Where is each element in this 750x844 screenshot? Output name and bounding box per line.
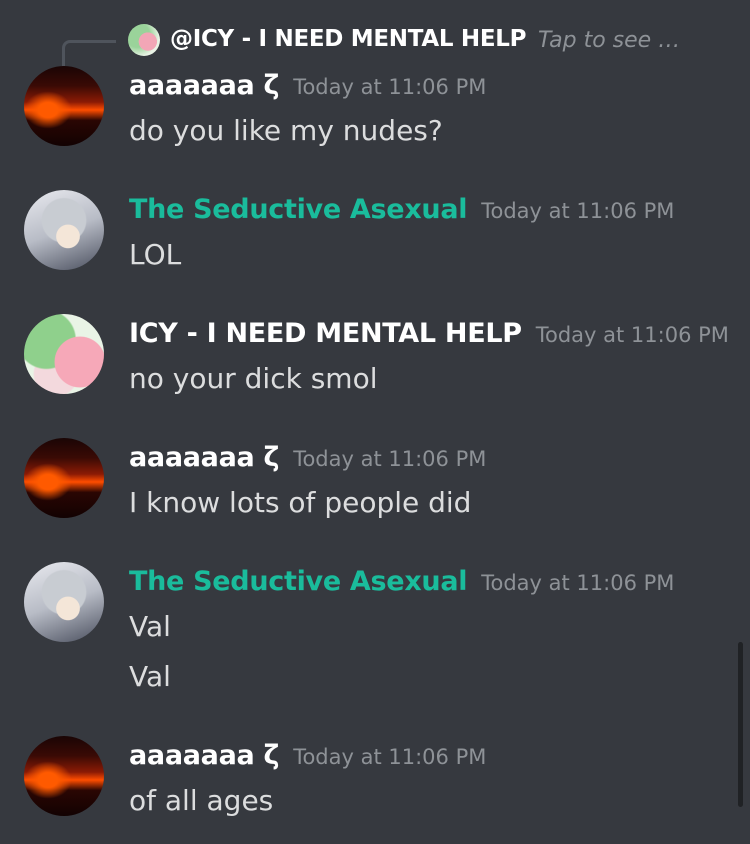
reply-reference[interactable]: @ICY - I NEED MENTAL HELP Tap to see … xyxy=(0,22,750,66)
avatar[interactable] xyxy=(24,736,104,816)
reply-author[interactable]: @ICY - I NEED MENTAL HELP xyxy=(170,26,526,52)
message-text: no your dick smol xyxy=(129,362,378,395)
author-name[interactable]: The Seductive Asexual xyxy=(129,566,468,597)
timestamp: Today at 11:06 PM xyxy=(481,571,675,595)
timestamp: Today at 11:06 PM xyxy=(293,745,487,769)
author-name[interactable]: aaaaaaa ζ xyxy=(129,740,280,771)
avatar[interactable] xyxy=(24,314,104,394)
reply-snippet[interactable]: Tap to see … xyxy=(538,28,680,53)
avatar[interactable] xyxy=(24,438,104,518)
reply-avatar xyxy=(128,24,160,56)
author-name[interactable]: The Seductive Asexual xyxy=(129,194,468,225)
message-text: of all ages xyxy=(129,784,274,817)
reply-spine xyxy=(62,40,116,66)
avatar[interactable] xyxy=(24,562,104,642)
message-text: Val xyxy=(129,610,171,643)
timestamp: Today at 11:06 PM xyxy=(535,323,729,347)
timestamp: Today at 11:06 PM xyxy=(293,75,487,99)
message-text: I know lots of people did xyxy=(129,486,472,519)
scrollbar[interactable] xyxy=(738,642,743,807)
avatar[interactable] xyxy=(24,66,104,146)
message-text: do you like my nudes? xyxy=(129,114,443,147)
timestamp: Today at 11:06 PM xyxy=(293,447,487,471)
message-text: LOL xyxy=(129,238,182,271)
author-name[interactable]: aaaaaaa ζ xyxy=(129,70,280,101)
author-name[interactable]: ICY - I NEED MENTAL HELP xyxy=(129,318,522,349)
timestamp: Today at 11:06 PM xyxy=(481,199,675,223)
author-name[interactable]: aaaaaaa ζ xyxy=(129,442,280,473)
message-text: Val xyxy=(129,660,171,693)
avatar[interactable] xyxy=(24,190,104,270)
